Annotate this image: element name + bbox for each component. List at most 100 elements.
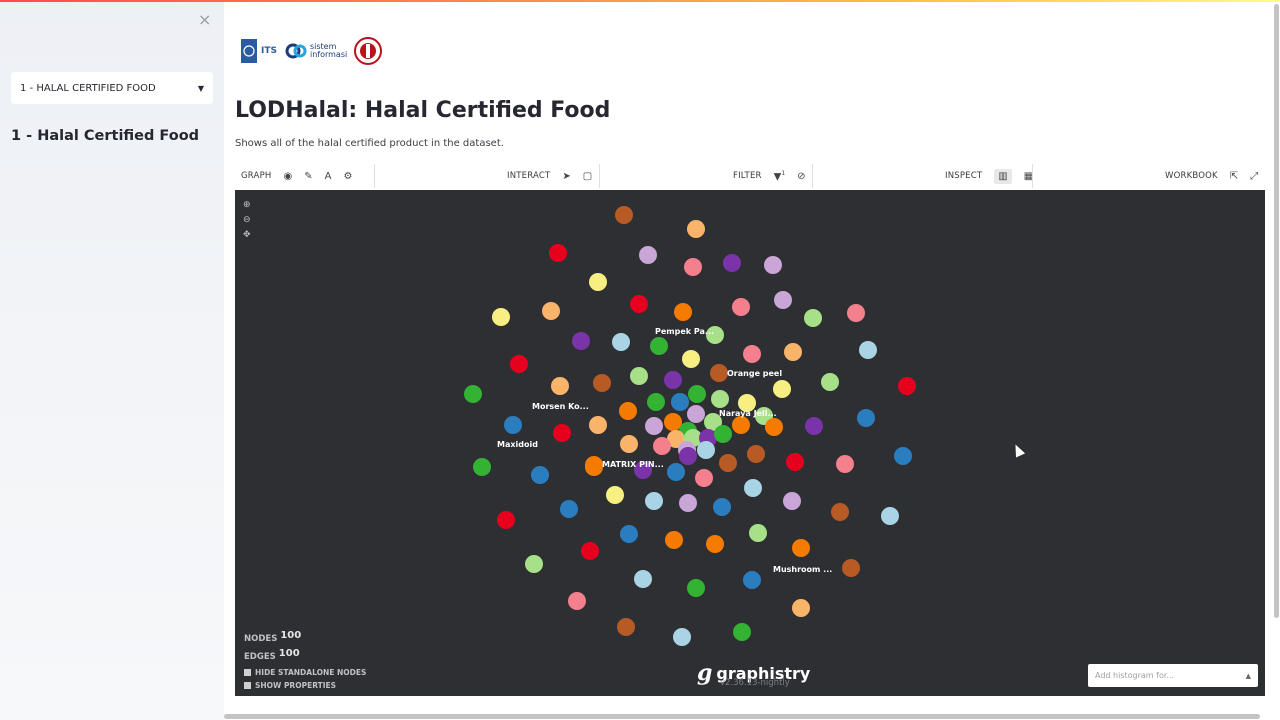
hide-standalone-toggle[interactable]: HIDE STANDALONE NODES (244, 666, 366, 679)
graph-node[interactable] (836, 455, 854, 473)
graph-node[interactable] (634, 570, 652, 588)
graph-node[interactable] (765, 418, 783, 436)
graph-node[interactable] (773, 380, 791, 398)
graph-node[interactable] (749, 524, 767, 542)
graph-node[interactable] (805, 417, 823, 435)
graph-node[interactable] (713, 498, 731, 516)
graph-node[interactable] (783, 492, 801, 510)
graph-node[interactable] (744, 479, 762, 497)
graph-node[interactable] (671, 393, 689, 411)
graph-node[interactable] (645, 417, 663, 435)
graph-nodes[interactable]: Pempek Pa... Orange peel Morsen Ko... Naray… (235, 190, 1265, 696)
graph-node[interactable] (894, 447, 912, 465)
graph-node[interactable] (687, 579, 705, 597)
zoom-out-icon[interactable]: ⊖ (243, 215, 251, 225)
graph-node[interactable] (710, 364, 728, 382)
graph-node[interactable] (667, 463, 685, 481)
graph-node[interactable] (684, 258, 702, 276)
fullscreen-icon[interactable]: ⤢ (1250, 171, 1258, 182)
graph-node[interactable] (881, 507, 899, 525)
exclude-icon[interactable]: ⊘ (797, 171, 805, 182)
graph-node[interactable] (560, 500, 578, 518)
graph-node[interactable] (804, 309, 822, 327)
graph-node[interactable] (612, 333, 630, 351)
graph-node[interactable] (732, 416, 750, 434)
dataset-select[interactable]: 1 - HALAL CERTIFIED FOOD ▼ (11, 72, 213, 104)
graph-node[interactable] (711, 390, 729, 408)
graph-node[interactable] (531, 466, 549, 484)
zoom-in-icon[interactable]: ⊕ (243, 200, 251, 210)
graph-node[interactable] (688, 385, 706, 403)
graph-node[interactable] (553, 424, 571, 442)
graph-node[interactable] (593, 374, 611, 392)
graph-node[interactable] (784, 343, 802, 361)
graph-node[interactable] (898, 377, 916, 395)
graph-node[interactable] (732, 298, 750, 316)
graph-node[interactable] (774, 291, 792, 309)
graph-node[interactable] (706, 535, 724, 553)
graph-node[interactable] (831, 503, 849, 521)
graph-node[interactable] (687, 405, 705, 423)
graph-node[interactable] (639, 246, 657, 264)
graph-node[interactable] (504, 416, 522, 434)
graph-node[interactable] (525, 555, 543, 573)
filter-icon[interactable]: ▼1 (774, 170, 786, 182)
graph-node[interactable] (464, 385, 482, 403)
graph-node[interactable] (630, 367, 648, 385)
graph-node[interactable] (650, 337, 668, 355)
close-icon[interactable]: × (198, 10, 211, 29)
graph-node[interactable] (620, 525, 638, 543)
graph-node[interactable] (679, 494, 697, 512)
graph-node[interactable] (857, 409, 875, 427)
graph-node[interactable] (664, 413, 682, 431)
graph-node[interactable] (847, 304, 865, 322)
graph-node[interactable] (674, 303, 692, 321)
histogram-icon[interactable]: ▥ (994, 168, 1012, 184)
font-icon[interactable]: A (325, 171, 332, 182)
graph-node[interactable] (733, 623, 751, 641)
brush-icon[interactable]: ✎ (304, 171, 312, 182)
graph-node[interactable] (664, 371, 682, 389)
graph-node[interactable] (615, 206, 633, 224)
graph-node[interactable] (645, 492, 663, 510)
graph-node[interactable] (743, 571, 761, 589)
graph-node[interactable] (620, 435, 638, 453)
horizontal-scrollbar[interactable] (224, 714, 1260, 719)
graph-node[interactable] (617, 618, 635, 636)
graph-node[interactable] (714, 425, 732, 443)
checkbox[interactable] (244, 682, 251, 689)
graph-node[interactable] (695, 469, 713, 487)
graph-node[interactable] (647, 393, 665, 411)
settings-icon[interactable]: ⚙ (343, 171, 352, 182)
graph-node[interactable] (589, 273, 607, 291)
histogram-select[interactable]: Add histogram for... ▲ (1088, 664, 1258, 687)
graph-node[interactable] (859, 341, 877, 359)
graph-node[interactable] (473, 458, 491, 476)
pointer-icon[interactable]: ➤ (562, 171, 570, 182)
graph-node[interactable] (747, 445, 765, 463)
graph-node[interactable] (842, 559, 860, 577)
graph-node[interactable] (606, 486, 624, 504)
external-link-icon[interactable]: ⇱ (1230, 171, 1238, 182)
graph-node[interactable] (572, 332, 590, 350)
graph-node[interactable] (653, 437, 671, 455)
graph-node[interactable] (665, 531, 683, 549)
graph-node[interactable] (585, 456, 603, 474)
graph-node[interactable] (619, 402, 637, 420)
graph-node[interactable] (673, 628, 691, 646)
graph-node[interactable] (697, 441, 715, 459)
vertical-scrollbar[interactable] (1274, 4, 1279, 618)
graph-node[interactable] (568, 592, 586, 610)
graph-node[interactable] (687, 220, 705, 238)
graph-node[interactable] (542, 302, 560, 320)
graph-node[interactable] (792, 539, 810, 557)
checkbox[interactable] (244, 669, 251, 676)
center-icon[interactable]: ✥ (243, 230, 251, 240)
select-box-icon[interactable]: ▢ (583, 171, 592, 182)
graph-node[interactable] (792, 599, 810, 617)
show-properties-toggle[interactable]: SHOW PROPERTIES (244, 679, 366, 692)
graph-node[interactable] (719, 454, 737, 472)
graph-node[interactable] (589, 416, 607, 434)
graph-node[interactable] (679, 447, 697, 465)
graph-node[interactable] (510, 355, 528, 373)
